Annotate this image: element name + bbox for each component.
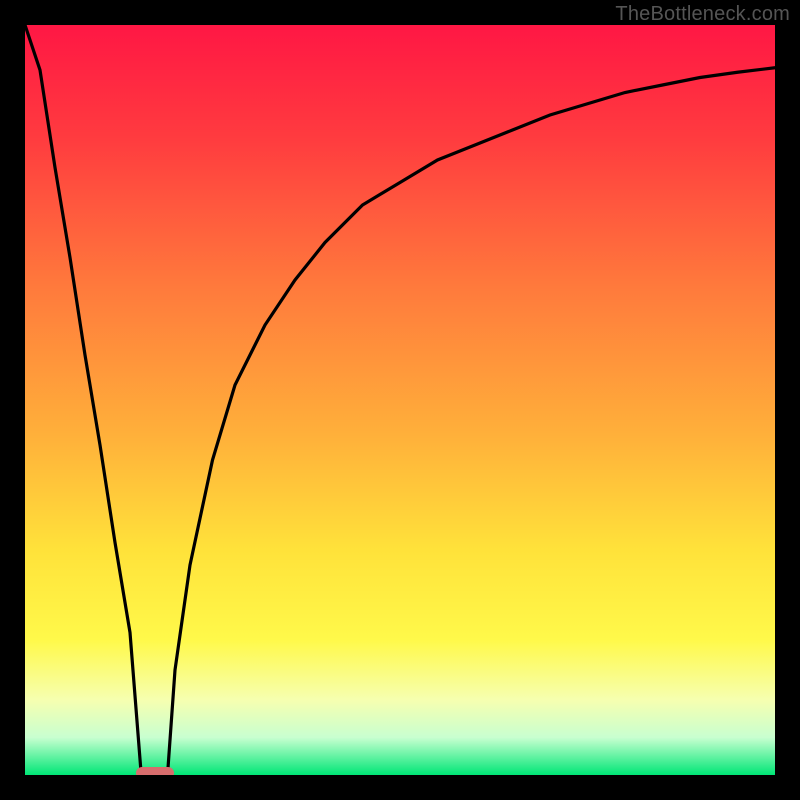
curve-right-branch — [168, 68, 776, 775]
optimal-zone-marker — [136, 767, 174, 775]
curve-left-branch — [25, 25, 141, 775]
chart-frame: TheBottleneck.com — [0, 0, 800, 800]
curves-layer — [25, 25, 775, 775]
watermark-text: TheBottleneck.com — [615, 3, 790, 26]
plot-area — [25, 25, 775, 775]
